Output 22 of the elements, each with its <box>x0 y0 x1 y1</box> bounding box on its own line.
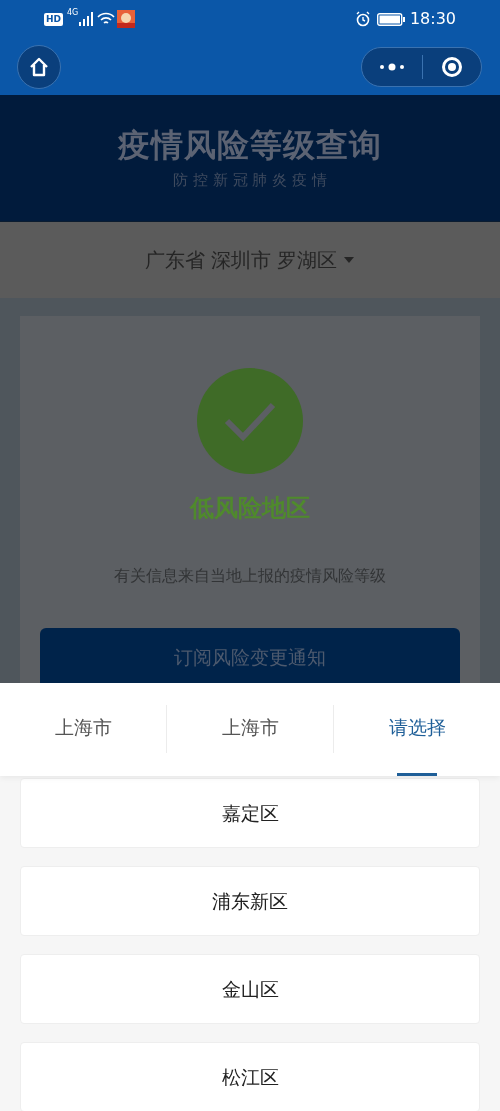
district-option[interactable]: 金山区 <box>20 954 480 1024</box>
district-option[interactable]: 松江区 <box>20 1042 480 1111</box>
risk-level: 低风险地区 <box>190 493 310 524</box>
target-icon <box>441 55 463 78</box>
district-option[interactable]: 浦东新区 <box>20 866 480 936</box>
network-label: 4G <box>67 9 79 17</box>
wifi-icon <box>97 12 116 26</box>
more-icon <box>379 62 405 71</box>
tab-underline <box>397 773 437 776</box>
home-button[interactable] <box>17 44 61 89</box>
signal-icon <box>79 12 94 26</box>
app-notification-icon <box>117 10 136 28</box>
caret-icon <box>343 256 356 264</box>
page-title: 疫情风险等级查询 <box>118 128 382 161</box>
page-subtitle: 防 控 新 冠 肺 炎 疫 情 <box>173 172 327 188</box>
district-option[interactable]: 嘉定区 <box>20 778 480 848</box>
home-icon <box>28 55 50 78</box>
battery-icon <box>376 12 405 26</box>
check-circle-icon <box>197 368 303 474</box>
alarm-icon <box>354 11 371 27</box>
hd-badge: HD <box>44 12 63 26</box>
clock-time: 18:30 <box>409 8 456 30</box>
